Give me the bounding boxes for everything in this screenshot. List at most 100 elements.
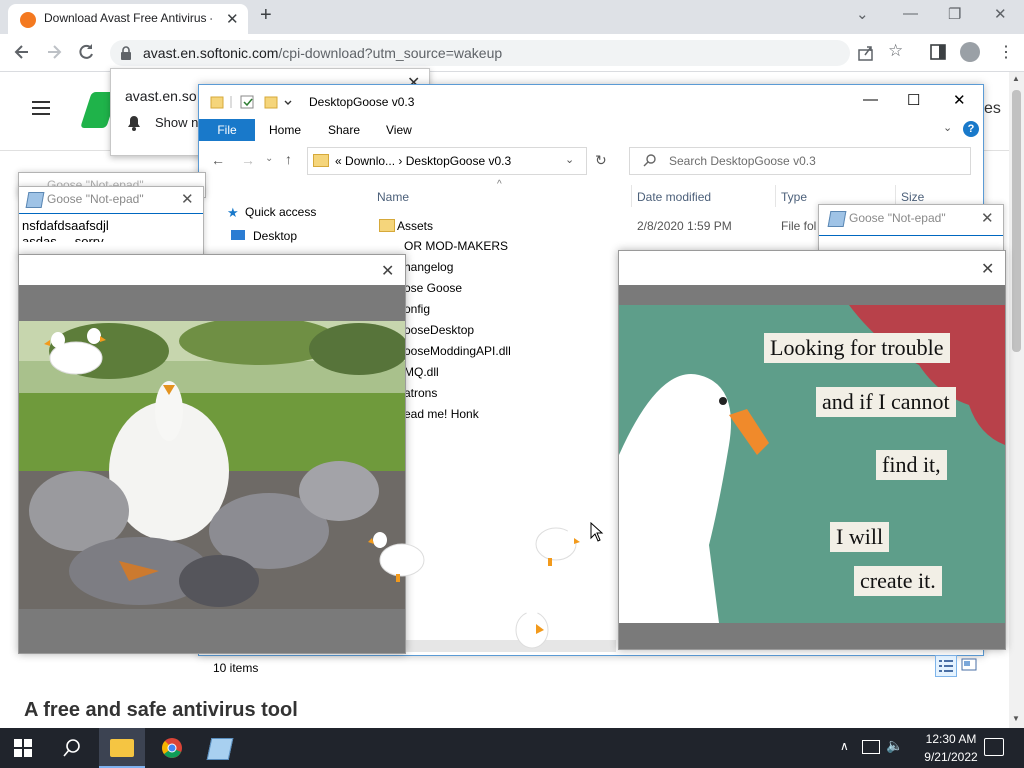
page-right-fragment: es	[984, 100, 1001, 117]
windows-start-icon[interactable]	[14, 739, 32, 757]
taskbar-date[interactable]: 9/21/2022	[916, 750, 986, 764]
taskbar-search-icon[interactable]	[62, 738, 82, 758]
network-icon[interactable]	[862, 740, 880, 754]
list-item[interactable]: MQ.dll	[404, 365, 439, 379]
breadcrumb-parent[interactable]: Downlo...	[345, 154, 395, 168]
avast-favicon-icon	[20, 12, 36, 28]
notepad-text-line1[interactable]: nsfdafdsaafsdjl	[22, 218, 109, 233]
details-view-icon[interactable]	[935, 655, 957, 677]
notifications-icon[interactable]	[984, 738, 1004, 756]
goose-sprite[interactable]	[366, 528, 426, 582]
tab-close-icon[interactable]: ✕	[226, 10, 239, 28]
refresh-icon[interactable]: ↻	[595, 152, 607, 169]
breadcrumb-current[interactable]: DesktopGoose v0.3	[406, 154, 511, 168]
ribbon-expand-icon[interactable]: ⌄	[943, 121, 952, 134]
scroll-up-icon[interactable]: ▲	[1012, 74, 1020, 83]
nav-quick-access[interactable]: Quick access	[245, 205, 316, 219]
explorer-close-icon[interactable]: ✕	[953, 91, 966, 109]
up-folder-icon[interactable]: ↑	[285, 151, 292, 167]
image-letterbox-bottom	[19, 609, 405, 653]
column-type[interactable]: Type	[781, 190, 807, 204]
column-name[interactable]: Name	[377, 190, 409, 204]
share-icon[interactable]	[857, 44, 875, 62]
image-window-close-icon[interactable]: ✕	[381, 261, 394, 281]
recent-locations-icon[interactable]: ⌄	[265, 153, 273, 164]
goose-notepad-close-icon[interactable]: ✕	[981, 209, 994, 227]
lock-icon[interactable]	[119, 45, 133, 61]
notepad-icon	[827, 211, 847, 227]
address-dropdown-icon[interactable]: ⌄	[565, 153, 574, 166]
url-text: avast.en.softonic.com/cpi-download?utm_s…	[143, 45, 502, 61]
ribbon-tab-home[interactable]: Home	[269, 123, 301, 137]
image-window-close-icon[interactable]: ✕	[981, 259, 994, 279]
explorer-forward-icon[interactable]: →	[241, 152, 255, 168]
tray-overflow-icon[interactable]: ∧	[840, 739, 849, 753]
goose-notepad-title: Goose "Not-epad"	[849, 211, 946, 225]
taskbar-time[interactable]: 12:30 AM	[916, 732, 986, 746]
help-icon[interactable]: ?	[963, 121, 979, 137]
column-separator	[631, 185, 632, 207]
goose-sprite[interactable]	[44, 326, 108, 378]
desktop-folder-icon	[231, 230, 245, 240]
image-letterbox-top	[619, 285, 1005, 305]
column-date[interactable]: Date modified	[637, 190, 711, 204]
minimize-icon[interactable]: —	[903, 5, 918, 22]
notepad-taskbar-icon[interactable]	[206, 738, 234, 760]
chrome-icon[interactable]	[161, 737, 183, 759]
close-window-icon[interactable]: ✕	[994, 5, 1007, 23]
url-host: avast.en.softonic.com	[143, 45, 279, 61]
large-icons-view-icon[interactable]	[961, 657, 977, 673]
goose-sprite[interactable]	[534, 520, 582, 568]
meme-line: find it,	[876, 450, 947, 480]
quick-access-toolbar	[209, 93, 299, 111]
page-scrollbar-thumb[interactable]	[1012, 90, 1021, 352]
notification-site: avast.en.so	[125, 88, 197, 104]
folder-icon	[379, 219, 395, 232]
mouse-cursor-icon	[590, 522, 604, 542]
notepad-divider	[19, 213, 203, 214]
list-item[interactable]: OR MOD-MAKERS	[404, 239, 508, 253]
hamburger-menu-icon[interactable]	[32, 100, 50, 116]
notepad-text-line2[interactable]: asdas ... sorry	[22, 234, 104, 242]
list-item[interactable]: ead me! Honk	[404, 407, 479, 421]
restore-icon[interactable]: ❐	[948, 5, 961, 23]
bookmark-star-icon[interactable]: ☆	[888, 41, 903, 61]
ribbon-tab-share[interactable]: Share	[328, 123, 360, 137]
sort-indicator-icon: ^	[497, 179, 502, 190]
file-list-visible-area	[404, 236, 616, 646]
scroll-down-icon[interactable]: ▼	[1012, 714, 1020, 723]
forward-icon[interactable]	[44, 42, 64, 62]
list-item[interactable]: hangelog	[404, 260, 453, 274]
new-tab-icon[interactable]: +	[260, 4, 272, 27]
profile-avatar[interactable]	[960, 42, 980, 62]
ribbon-tab-file[interactable]: File	[199, 119, 255, 141]
nav-desktop[interactable]: Desktop	[253, 229, 297, 243]
explorer-maximize-icon[interactable]: ☐	[907, 91, 920, 109]
goose-sprite[interactable]	[512, 602, 552, 650]
notepad-divider	[819, 235, 1003, 236]
meme-line: I will	[830, 522, 890, 552]
reload-icon[interactable]	[76, 42, 96, 62]
list-item[interactable]: ose Goose	[404, 281, 462, 295]
menu-kebab-icon[interactable]: ⋮	[998, 42, 1014, 62]
list-item[interactable]: ooseModdingAPI.dll	[404, 344, 511, 358]
list-item[interactable]: onfig	[404, 302, 430, 316]
column-size[interactable]: Size	[901, 190, 924, 204]
url-path: /cpi-download?utm_source=wakeup	[278, 45, 503, 61]
breadcrumb-overflow[interactable]: «	[335, 154, 342, 168]
meme-line: and if I cannot	[816, 387, 956, 417]
back-icon[interactable]	[12, 42, 32, 62]
list-item[interactable]: atrons	[404, 386, 437, 400]
explorer-minimize-icon[interactable]: —	[863, 91, 878, 108]
explorer-back-icon[interactable]: ←	[211, 152, 225, 168]
page-heading: A free and safe antivirus tool	[24, 699, 298, 721]
ribbon-tab-view[interactable]: View	[386, 123, 412, 137]
horizontal-scrollbar[interactable]	[404, 640, 616, 652]
side-panel-icon[interactable]	[930, 44, 946, 60]
tab-search-icon[interactable]: ⌄	[856, 5, 869, 23]
browser-tab[interactable]: Download Avast Free Antivirus - ✕	[8, 4, 248, 34]
goose-notepad-close-icon[interactable]: ✕	[181, 190, 194, 208]
file-explorer-icon	[110, 739, 134, 757]
list-item[interactable]: ooseDesktop	[404, 323, 474, 337]
volume-icon[interactable]: 🔈	[886, 737, 903, 754]
